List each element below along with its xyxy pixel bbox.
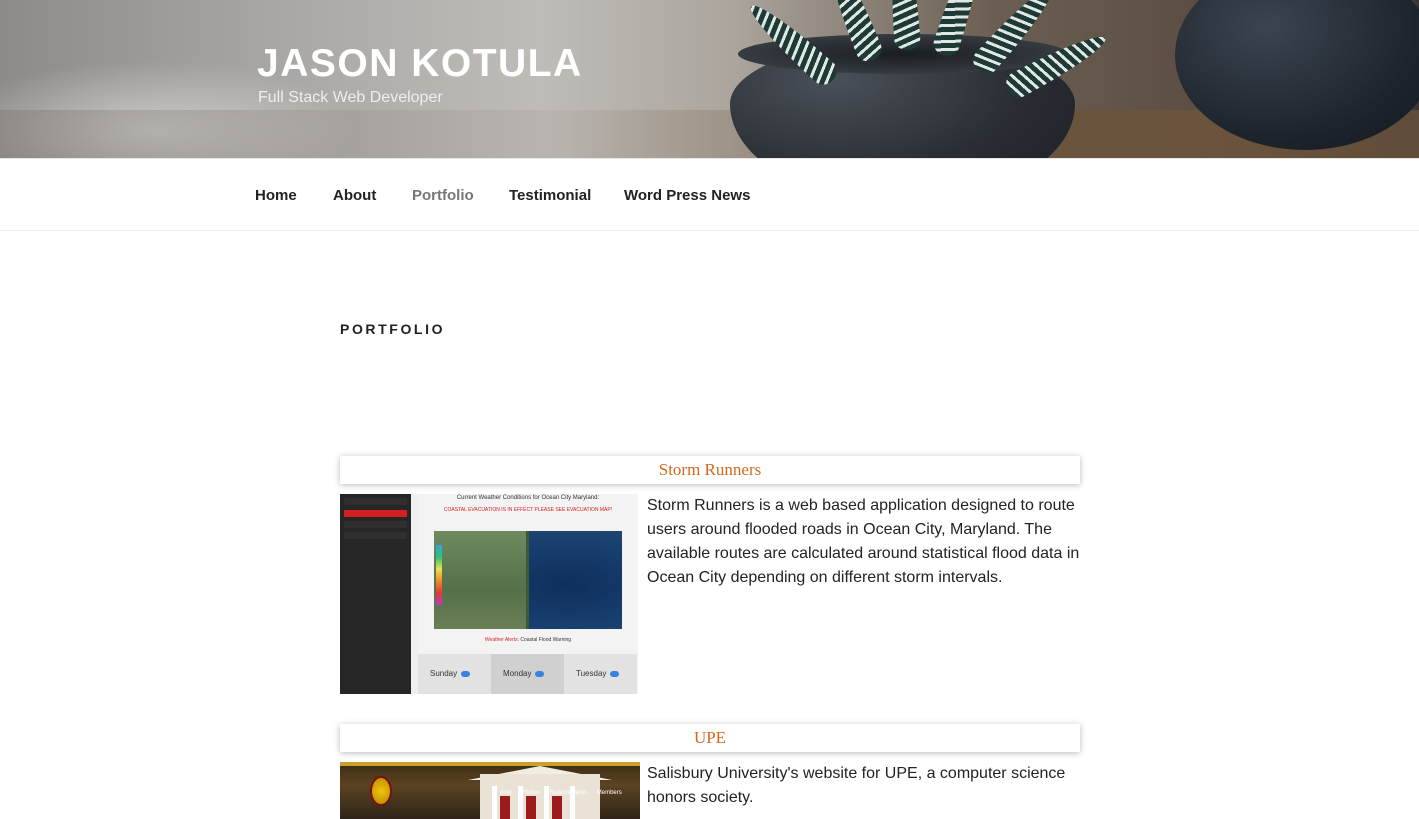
site-title-link[interactable]: JASON KOTULA [257, 42, 583, 86]
cloud-icon [610, 670, 620, 677]
thumbnail-weather-alert-value: Coastal Flood Warning [520, 637, 572, 643]
thumbnail-alert: COASTAL EVACUATION IS IN EFFECT PLEASE S… [443, 507, 613, 513]
nav-item-portfolio[interactable]: Portfolio [412, 187, 474, 204]
thumbnail-weather-alert-label: Weather Alerts: [484, 637, 520, 643]
thumbnail-sidebar-item [344, 498, 407, 505]
thumbnail-forecast: Sunday Monday Tuesday [418, 654, 638, 694]
thumbnail-forecast-day: Sunday [418, 654, 491, 694]
project-thumbnail-upe[interactable]: ome Photos Requirements Members [340, 762, 640, 819]
site-header: JASON KOTULA Full Stack Web Developer [0, 0, 1419, 158]
project-description: Salisbury University's website for UPE, … [647, 765, 1066, 806]
project-thumbnail-storm-runners[interactable]: Current Weather Conditions for Ocean Cit… [340, 494, 638, 694]
thumbnail-nav-item: Members [596, 790, 622, 796]
site-description: Full Stack Web Developer [258, 89, 443, 106]
nav-item-testimonial[interactable]: Testimonial [509, 187, 591, 204]
page-title: PORTFOLIO [340, 321, 446, 337]
thumbnail-main: Current Weather Conditions for Ocean Cit… [418, 494, 638, 694]
cloud-icon [461, 670, 471, 677]
project-title: UPE [693, 728, 727, 747]
thumbnail-building-column [492, 786, 497, 819]
thumbnail-forecast-day: Monday [491, 654, 564, 694]
project-title: Storm Runners [658, 460, 762, 479]
thumbnail-map-land [434, 531, 529, 629]
thumbnail-sidebar-item [344, 510, 407, 517]
thumbnail-nav: ome Photos Requirements Members [500, 790, 630, 796]
thumbnail-forecast-day: Tuesday [564, 654, 637, 694]
thumbnail-building-banner [526, 796, 536, 819]
cloud-icon [535, 670, 545, 677]
project-title-bar: Storm Runners [340, 456, 1080, 484]
project-title-bar: UPE [340, 724, 1080, 752]
thumbnail-sidebar-item [344, 532, 407, 539]
nav-item-about[interactable]: About [333, 187, 376, 204]
thumbnail-nav-item: Photos [521, 790, 541, 796]
thumbnail-nav-item: ome [500, 790, 512, 796]
thumbnail-weather-alert: Weather Alerts: Coastal Flood Warning [418, 637, 638, 643]
project-description: Storm Runners is a web based application… [647, 497, 1080, 586]
nav-item-word-press-news[interactable]: Word Press News [624, 187, 750, 204]
thumbnail-building-banner [552, 796, 562, 819]
thumbnail-building-banner [500, 796, 510, 819]
thumbnail-weather-map [434, 531, 622, 629]
thumbnail-heading: Current Weather Conditions for Ocean Cit… [456, 495, 600, 501]
thumbnail-map-legend [436, 545, 442, 605]
nav-item-home[interactable]: Home [255, 187, 297, 204]
thumbnail-sidebar [340, 494, 411, 694]
main-navigation: Home About Portfolio Testimonial Word Pr… [0, 158, 1419, 231]
thumbnail-nav-item: Requirements [549, 790, 588, 796]
thumbnail-sidebar-item [344, 521, 407, 528]
upe-emblem-icon [370, 776, 392, 806]
thumbnail-building [480, 774, 600, 819]
